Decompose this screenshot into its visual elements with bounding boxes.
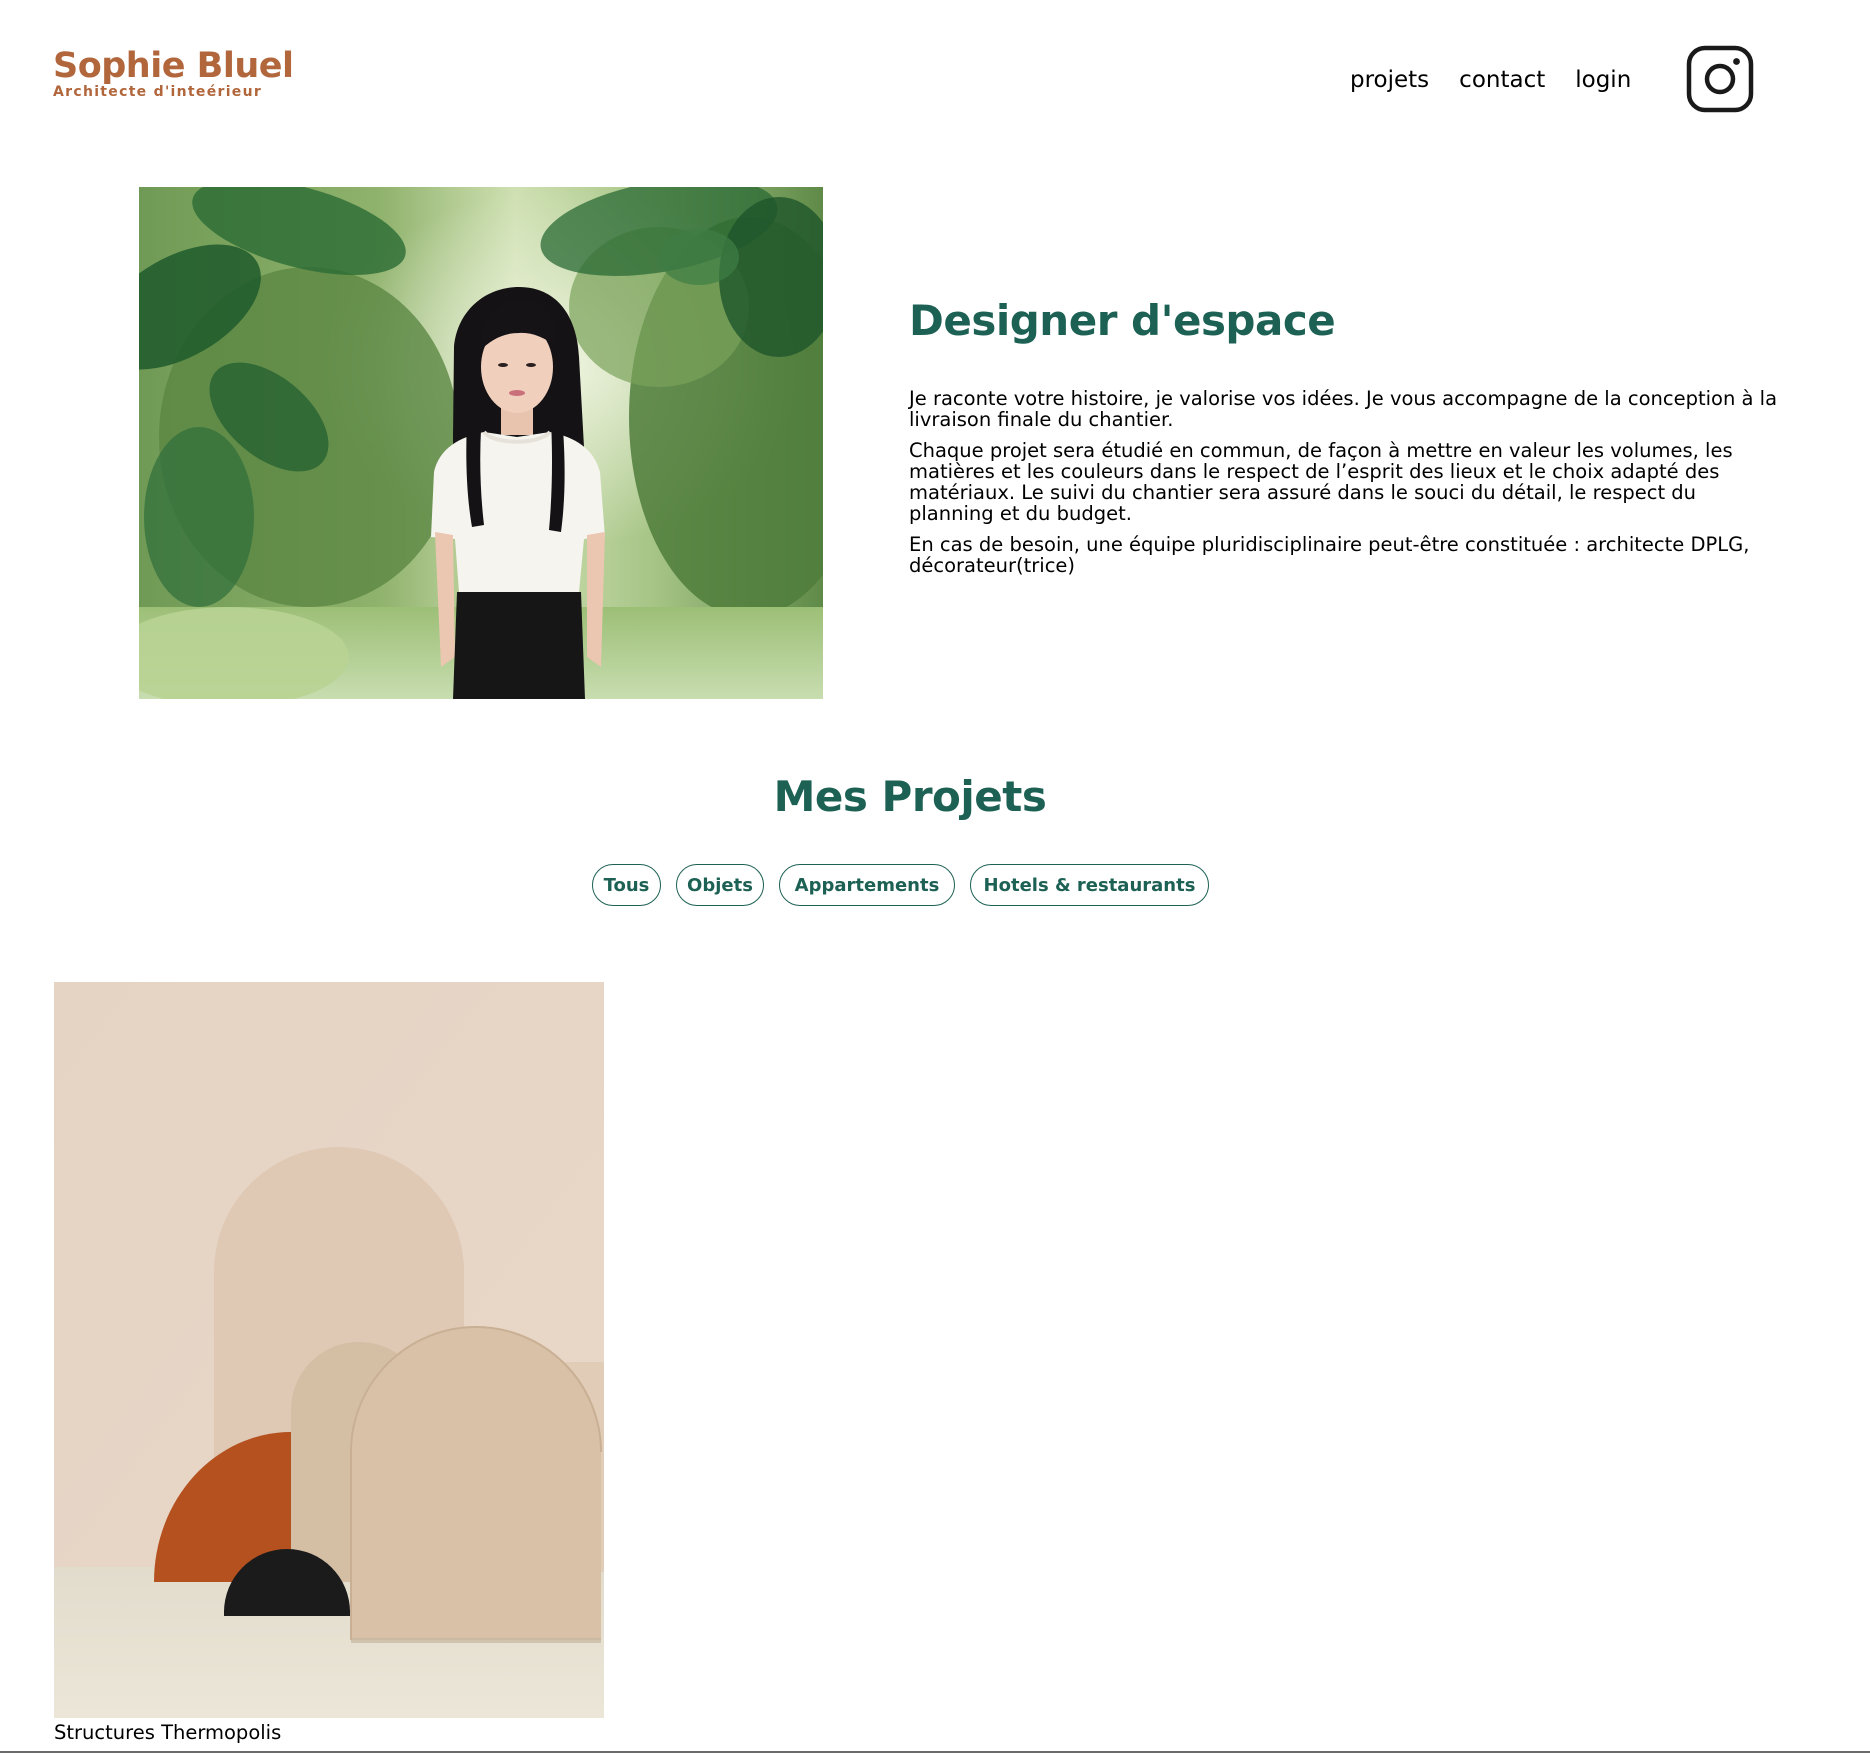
introduction-paragraphs: Je raconte votre histoire, je valorise v… [909, 388, 1779, 576]
introduction-text: Designer d'espace Je raconte votre histo… [909, 292, 1779, 586]
introduction-paragraph: En cas de besoin, une équipe pluridiscip… [909, 533, 1750, 577]
filter-button-hotels-restaurants[interactable]: Hotels & restaurants [970, 864, 1209, 906]
filter-button-objets[interactable]: Objets [676, 864, 764, 906]
logo-subtitle: Architecte d'inteérieur [53, 84, 263, 100]
logo-title: Sophie Bluel [53, 46, 294, 86]
filter-bar: Tous Objets Appartements Hotels & restau… [592, 864, 1209, 906]
filter-button-appartements[interactable]: Appartements [779, 864, 955, 906]
main-nav: projets contact login [1350, 46, 1661, 114]
project-photo [54, 982, 604, 1718]
introduction-title: Designer d'espace [909, 296, 1336, 345]
nav-link-contact[interactable]: contact [1459, 67, 1545, 93]
filter-button-tous[interactable]: Tous [592, 864, 661, 906]
introduction-paragraph: Je raconte votre histoire, je valorise v… [909, 387, 1778, 431]
gallery-caption: Structures Thermopolis [54, 1721, 282, 1744]
portrait-photo [139, 187, 823, 699]
nav-link-projets[interactable]: projets [1350, 67, 1429, 93]
gallery-item[interactable]: Structures Thermopolis [54, 982, 604, 1746]
nav-link-login[interactable]: login [1575, 67, 1631, 93]
introduction-paragraph: Chaque projet sera étudié en commun, de … [909, 439, 1733, 525]
logo[interactable]: Sophie Bluel Architecte d'inteérieur [53, 46, 294, 100]
instagram-icon[interactable] [1686, 45, 1754, 113]
portfolio-title: Mes Projets [773, 772, 1047, 821]
